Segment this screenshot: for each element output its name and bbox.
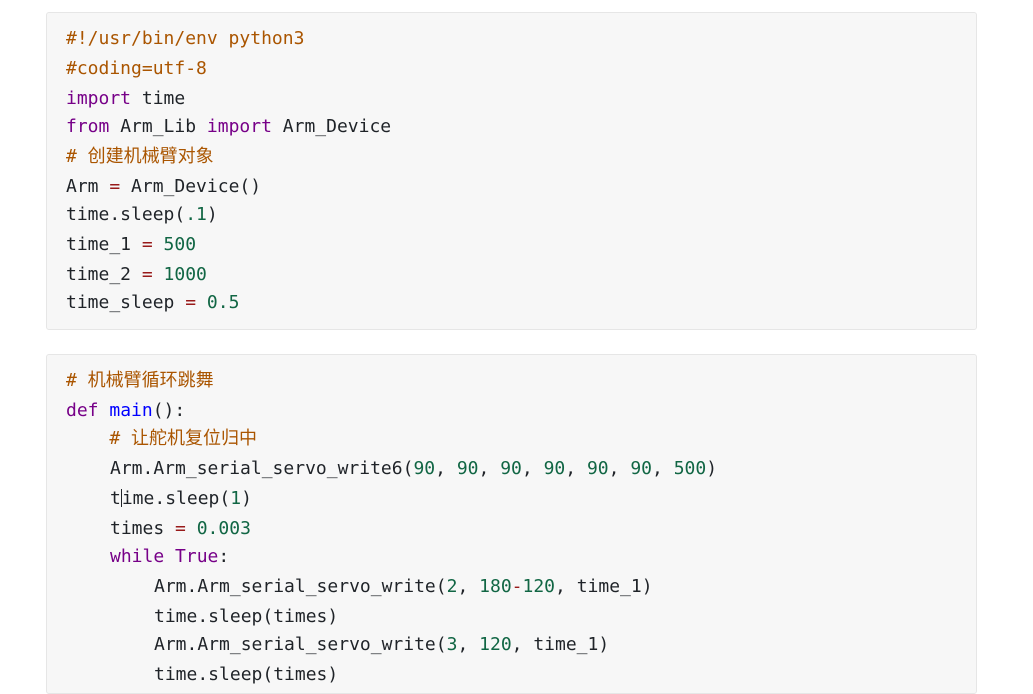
code-line: from Arm_Lib import Arm_Device — [66, 116, 392, 137]
code-line: time.sleep(times) — [154, 664, 339, 685]
code-line: Arm = Arm_Device() — [66, 176, 262, 197]
code-line: import time — [66, 88, 186, 109]
code-block-1[interactable]: #!/usr/bin/env python3 #coding=utf-8 imp… — [46, 12, 977, 330]
code-line: Arm.Arm_serial_servo_write(2, 180-120, t… — [154, 576, 653, 597]
code-line: while True: — [110, 546, 230, 567]
code-line: Arm.Arm_serial_servo_write6(90, 90, 90, … — [110, 458, 718, 479]
code-line: # 创建机械臂对象 — [66, 146, 214, 167]
code-line: #!/usr/bin/env python3 — [66, 28, 305, 49]
code-line: #coding=utf-8 — [66, 58, 207, 79]
code-line: time_sleep = 0.5 — [66, 292, 240, 313]
code-line: # 机械臂循环跳舞 — [66, 370, 214, 391]
code-line: time_2 = 1000 — [66, 264, 207, 285]
code-line: # 让舵机复位归中 — [66, 428, 258, 449]
code-line: time_1 = 500 — [66, 234, 197, 255]
code-line: def main(): — [66, 400, 186, 421]
code-line: time.sleep(.1) — [66, 204, 218, 225]
code-line: Arm.Arm_serial_servo_write(3, 120, time_… — [154, 634, 610, 655]
code-block-2[interactable]: # 机械臂循环跳舞 def main(): # 让舵机复位归中 Arm.Arm_… — [46, 354, 977, 694]
code-line: times = 0.003 — [110, 518, 251, 539]
code-line: time.sleep(1) — [110, 488, 252, 509]
text-cursor — [120, 489, 122, 507]
code-line: time.sleep(times) — [154, 606, 339, 627]
